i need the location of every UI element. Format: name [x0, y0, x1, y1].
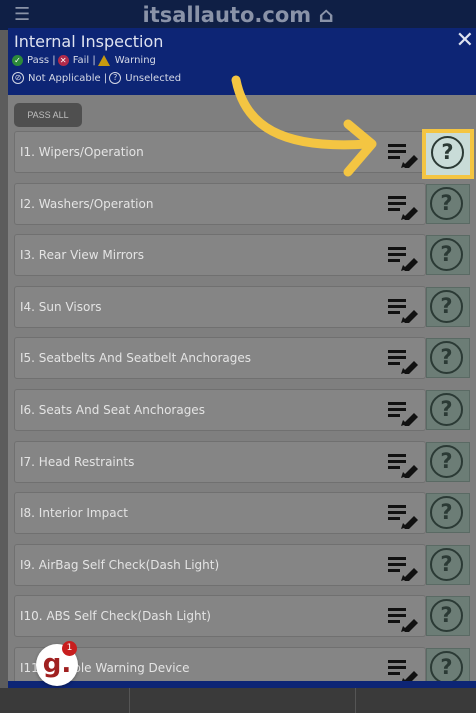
- status-toggle-button[interactable]: ?: [426, 235, 470, 276]
- inspection-item-label: I10. ABS Self Check(Dash Light): [20, 609, 211, 624]
- inspection-row: I10. ABS Self Check(Dash Light): [14, 595, 426, 638]
- unselected-icon: ?: [430, 651, 463, 684]
- add-notes-icon[interactable]: [387, 553, 419, 583]
- bottom-nav: [0, 688, 476, 713]
- status-toggle-button[interactable]: ?: [426, 493, 470, 534]
- inspection-row: I9. AirBag Self Check(Dash Light): [14, 543, 426, 586]
- pass-all-button[interactable]: PASS ALL: [14, 103, 82, 127]
- unselected-icon: ?: [430, 393, 463, 426]
- unselected-icon: ?: [109, 72, 122, 84]
- chat-widget[interactable]: g. 1: [36, 641, 78, 686]
- add-notes-icon[interactable]: [387, 501, 419, 532]
- inspection-item-label: I2. Washers/Operation: [20, 196, 154, 211]
- inspection-row: I2. Washers/Operation: [14, 182, 426, 225]
- add-notes-icon[interactable]: [387, 656, 419, 686]
- inspection-item-label: I9. AirBag Self Check(Dash Light): [20, 557, 220, 572]
- inspection-item-label: I4. Sun Visors: [20, 299, 102, 314]
- modal-footer: [8, 681, 476, 688]
- add-notes-icon[interactable]: [387, 140, 419, 170]
- add-notes-icon[interactable]: [387, 398, 419, 428]
- unselected-icon: ?: [430, 496, 463, 530]
- unselected-icon: ?: [430, 186, 463, 220]
- status-toggle-button[interactable]: ?: [426, 286, 470, 327]
- add-notes-icon[interactable]: [387, 192, 419, 222]
- unselected-icon: ?: [430, 289, 463, 323]
- not-applicable-icon: ⊘: [12, 72, 24, 84]
- unselected-icon: ?: [430, 238, 463, 272]
- unselected-icon: ?: [431, 136, 464, 169]
- inspection-row: I7. Head Restraints: [14, 440, 426, 483]
- inspection-row: I4. Sun Visors: [14, 285, 426, 328]
- modal-title: Internal Inspection: [14, 32, 164, 51]
- status-toggle-button[interactable]: ?: [426, 544, 470, 585]
- status-toggle-button[interactable]: ?: [426, 390, 470, 430]
- fail-icon: ✕: [57, 55, 69, 66]
- add-notes-icon[interactable]: [387, 243, 419, 274]
- add-notes-icon[interactable]: [387, 346, 419, 377]
- inspection-row: I5. Seatbelts And Seatbelt Anchorages: [14, 337, 426, 380]
- add-notes-icon[interactable]: [387, 450, 419, 480]
- legend-row-1: ✓ Pass | ✕ Fail | Warning: [12, 55, 156, 66]
- notification-count: 1: [62, 641, 77, 656]
- nav-divider: [355, 688, 356, 713]
- unselected-icon: ?: [430, 599, 463, 633]
- add-notes-icon[interactable]: [387, 604, 419, 635]
- nav-divider: [129, 688, 130, 713]
- inspection-item-label: I5. Seatbelts And Seatbelt Anchorages: [20, 351, 252, 366]
- inspection-modal: Internal Inspection ✕ ✓ Pass | ✕ Fail | Wa…: [8, 28, 476, 688]
- inspection-item-label: I7. Head Restraints: [20, 454, 135, 469]
- unselected-icon: ?: [430, 547, 463, 581]
- warning-icon: [97, 55, 110, 66]
- inspection-item-label: I6. Seats And Seat Anchorages: [20, 403, 205, 417]
- status-toggle-button[interactable]: ?: [426, 338, 470, 379]
- unselected-icon: ?: [430, 444, 463, 478]
- unselected-icon: ?: [430, 341, 463, 375]
- site-brand[interactable]: itsallauto.com ⌂: [0, 0, 476, 30]
- inspection-item-label: I8. Interior Impact: [20, 506, 128, 521]
- status-toggle-button[interactable]: ?: [422, 129, 474, 179]
- inspection-row: I8. Interior Impact: [14, 492, 426, 535]
- inspection-row: I3. Rear View Mirrors: [14, 234, 426, 277]
- legend-row-2: ⊘ Not Applicable | ? Unselected: [12, 72, 181, 84]
- pass-icon: ✓: [12, 55, 23, 66]
- status-toggle-button[interactable]: ?: [426, 183, 470, 224]
- status-toggle-button[interactable]: ?: [426, 441, 470, 482]
- inspection-item-label: I3. Rear View Mirrors: [20, 248, 144, 263]
- home-icon[interactable]: ⌂: [318, 3, 333, 27]
- top-bar: ☰ itsallauto.com ⌂: [0, 0, 476, 30]
- status-toggle-button[interactable]: ?: [426, 596, 470, 637]
- add-notes-icon[interactable]: [387, 295, 419, 325]
- inspection-row: I6. Seats And Seat Anchorages: [14, 389, 426, 431]
- modal-header: Internal Inspection ✕ ✓ Pass | ✕ Fail | Wa…: [8, 28, 476, 95]
- close-icon[interactable]: ✕: [456, 28, 474, 53]
- inspection-item-label: I1. Wipers/Operation: [20, 145, 144, 159]
- inspection-row: I1. Wipers/Operation: [14, 131, 426, 173]
